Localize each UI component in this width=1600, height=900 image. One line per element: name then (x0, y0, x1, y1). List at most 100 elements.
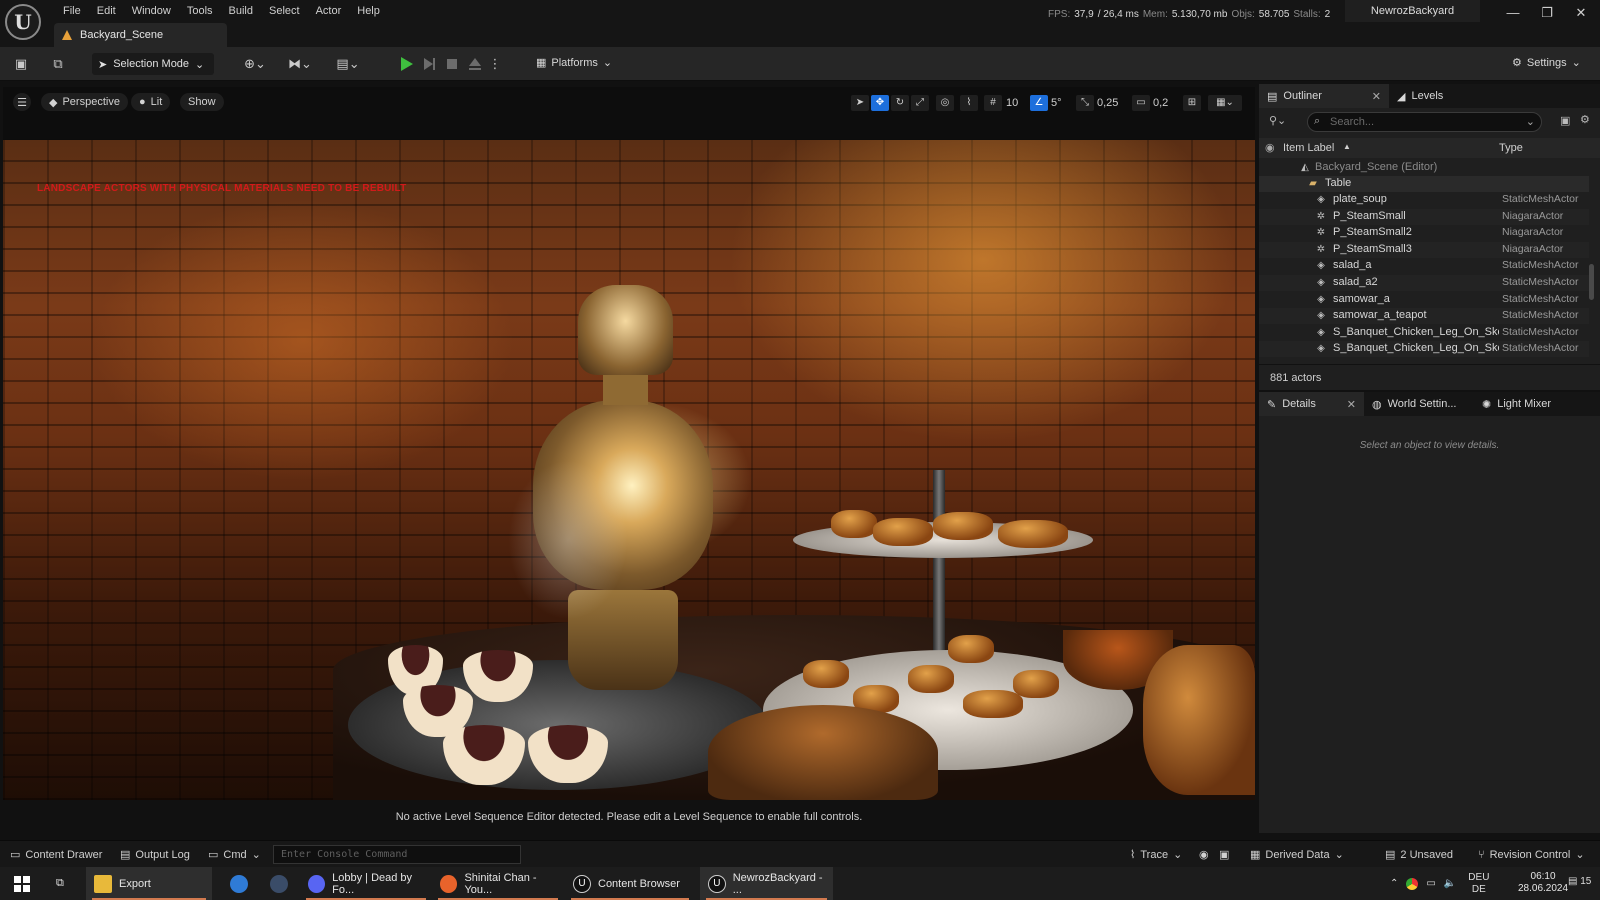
viewport-menu-button[interactable]: ☰ (13, 93, 31, 111)
outliner-item-row[interactable]: ✲ P_SteamSmall2 NiagaraActor (1259, 225, 1589, 241)
source-control-icon[interactable]: ⧉ (50, 56, 66, 72)
console-command-input[interactable]: Enter Console Command (273, 845, 521, 864)
windows-start-icon[interactable] (6, 867, 36, 900)
volume-icon[interactable]: 🔈 (1444, 878, 1456, 889)
menu-file[interactable]: File (55, 5, 89, 17)
world-local-icon[interactable]: ◎ (936, 95, 954, 111)
scene-render[interactable]: LANDSCAPE ACTORS WITH PHYSICAL MATERIALS… (3, 140, 1255, 800)
chevron-down-icon[interactable]: ⌄ (1526, 115, 1535, 128)
step-icon[interactable] (421, 56, 437, 72)
more-options-icon[interactable]: ⋮ (487, 56, 503, 72)
taskbar-unreal-editor[interactable]: U NewrozBackyard - ... (700, 867, 833, 900)
grid-snap-value[interactable]: 10 (1006, 95, 1018, 111)
outliner-item-row[interactable]: ✲ P_SteamSmall NiagaraActor (1259, 208, 1589, 225)
restore-button[interactable]: ❐ (1539, 6, 1555, 20)
trace-dropdown[interactable]: ⌇ Trace ⌄ (1130, 848, 1182, 862)
surface-snap-icon[interactable]: ⌇ (960, 95, 978, 111)
tab-levels[interactable]: ◢ Levels (1389, 84, 1479, 108)
scale-snap-value[interactable]: 0,25 (1097, 95, 1118, 111)
maximize-viewport-icon[interactable]: ⊞ (1183, 95, 1201, 111)
stop-icon[interactable] (444, 56, 460, 72)
close-window-button[interactable]: ✕ (1573, 6, 1589, 20)
add-folder-icon[interactable]: ▣ (1560, 114, 1570, 127)
notification-button[interactable]: ▤ 15 (1568, 876, 1591, 887)
layout-icon[interactable]: ▦⌄ (1208, 95, 1242, 111)
outliner-item-row[interactable]: ◈ samowar_a StaticMeshActor (1259, 292, 1589, 308)
taskbar-content-browser[interactable]: U Content Browser (565, 867, 695, 900)
play-icon[interactable] (398, 56, 414, 72)
settings-dropdown[interactable]: ⚙ Settings ⌄ (1512, 56, 1581, 70)
camera-speed-icon[interactable]: ▭ (1132, 95, 1150, 111)
outliner-scrollbar[interactable] (1589, 264, 1594, 300)
translate-tool-icon[interactable]: ✥ (871, 95, 889, 111)
cmd-dropdown[interactable]: ▭ Cmd ⌄ (208, 848, 261, 862)
clock[interactable]: 06:10 28.06.2024 (1518, 871, 1568, 895)
taskbar-explorer[interactable]: Export (86, 867, 212, 900)
close-icon[interactable]: ✕ (1372, 90, 1381, 103)
tab-light-mixer[interactable]: ✺ Light Mixer (1474, 392, 1584, 416)
col-item-label[interactable]: Item Label (1283, 142, 1334, 154)
taskbar-discord[interactable]: Lobby | Dead by Fo... (300, 867, 432, 900)
grid-snap-icon[interactable]: # (984, 95, 1002, 111)
menu-actor[interactable]: Actor (308, 5, 350, 17)
derived-data-button[interactable]: ▦ Derived Data ⌄ (1250, 848, 1344, 862)
tab-world-settings[interactable]: ◍ World Settin... (1364, 392, 1474, 416)
show-button[interactable]: Show (180, 93, 224, 111)
eject-icon[interactable] (467, 56, 483, 72)
tab-outliner[interactable]: ▤ Outliner ✕ (1259, 84, 1389, 108)
chrome-icon[interactable] (1406, 877, 1419, 890)
filter-icon[interactable]: ⚲⌄ (1269, 114, 1286, 127)
outliner-root-row[interactable]: ◭ Backyard_Scene (Editor) (1259, 160, 1589, 176)
outliner-item-row[interactable]: ◈ samowar_a_teapot StaticMeshActor (1259, 308, 1589, 325)
task-view-icon[interactable]: ⧉ (48, 867, 80, 900)
menu-build[interactable]: Build (221, 5, 261, 17)
record-icon[interactable]: ◉ (1199, 848, 1209, 861)
unsaved-button[interactable]: ▤ 2 Unsaved (1385, 848, 1453, 862)
revision-control-button[interactable]: ⑂ Revision Control ⌄ (1478, 848, 1585, 862)
outliner-folder-row[interactable]: ▰ Table (1259, 176, 1589, 192)
select-tool-icon[interactable]: ➤ (851, 95, 869, 111)
outliner-search-input[interactable]: ⌕ Search... ⌄ (1307, 112, 1542, 132)
menu-select[interactable]: Select (261, 5, 308, 17)
menu-window[interactable]: Window (124, 5, 179, 17)
taskbar-steam[interactable] (262, 867, 294, 900)
blueprint-icon[interactable]: ⧓⌄ (285, 56, 315, 72)
content-drawer-button[interactable]: ▭ Content Drawer (10, 848, 102, 862)
outliner-item-row[interactable]: ◈ salad_a StaticMeshActor (1259, 258, 1589, 274)
language-indicator[interactable]: DEU DE (1468, 872, 1489, 896)
tab-details[interactable]: ✎ Details ✕ (1259, 392, 1364, 416)
add-actor-icon[interactable]: ⊕⌄ (240, 56, 270, 72)
outliner-item-row[interactable]: ◈ plate_soup StaticMeshActor (1259, 192, 1589, 208)
visibility-icon[interactable]: ◉ (1265, 141, 1275, 154)
cinematics-icon[interactable]: ▤⌄ (333, 56, 363, 72)
scale-snap-icon[interactable]: ⤡ (1076, 95, 1094, 111)
unreal-logo-icon[interactable]: U (5, 4, 41, 40)
scale-tool-icon[interactable]: ⤢ (911, 95, 929, 111)
col-type[interactable]: Type (1499, 142, 1523, 154)
camera-speed-value[interactable]: 0,2 (1153, 95, 1168, 111)
gear-icon[interactable]: ⚙ (1580, 113, 1590, 126)
rotation-snap-icon[interactable]: ∠ (1030, 95, 1048, 111)
perspective-button[interactable]: ◆ Perspective (41, 93, 128, 111)
network-icon[interactable]: ▭ (1426, 878, 1435, 889)
menu-help[interactable]: Help (349, 5, 388, 17)
taskbar-firefox[interactable]: Shinitai Chan - You... (432, 867, 564, 900)
save-icon[interactable]: ▣ (13, 56, 29, 72)
rotation-snap-value[interactable]: 5° (1051, 95, 1062, 111)
menu-edit[interactable]: Edit (89, 5, 124, 17)
taskbar-browser[interactable] (222, 867, 254, 900)
chevron-up-icon[interactable]: ⌃ (1390, 878, 1398, 889)
output-log-button[interactable]: ▤ Output Log (120, 848, 190, 862)
close-icon[interactable]: ✕ (1347, 398, 1356, 411)
outliner-item-row[interactable]: ◈ S_Banquet_Chicken_Leg_On_Skew StaticMesh… (1259, 325, 1589, 341)
selection-mode-dropdown[interactable]: ➤ Selection Mode ⌄ (92, 53, 214, 75)
lit-button[interactable]: ● Lit (131, 93, 171, 111)
screenshot-icon[interactable]: ▣ (1219, 848, 1229, 861)
platforms-dropdown[interactable]: ▦ Platforms ⌄ (536, 56, 612, 70)
rotate-tool-icon[interactable]: ↻ (891, 95, 909, 111)
outliner-item-row[interactable]: ◈ salad_a2 StaticMeshActor (1259, 275, 1589, 291)
outliner-item-row[interactable]: ✲ P_SteamSmall3 NiagaraActor (1259, 241, 1589, 258)
outliner-item-row[interactable]: ◈ S_Banquet_Chicken_Leg_On_Skew StaticMesh… (1259, 341, 1589, 358)
menu-tools[interactable]: Tools (179, 5, 221, 17)
level-viewport[interactable]: ☰ ◆ Perspective ● Lit Show ➤ ✥ ↻ ⤢ ◎ ⌇ #… (3, 87, 1255, 833)
